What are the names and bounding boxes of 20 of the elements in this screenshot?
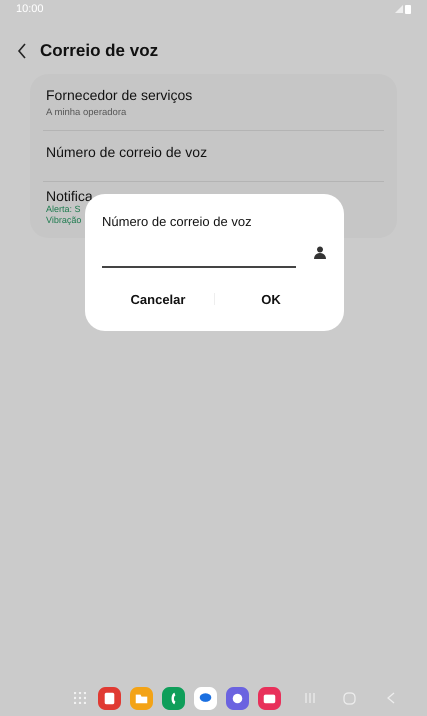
contact-icon[interactable] (314, 246, 326, 258)
dialog-button[interactable]: OK (215, 286, 327, 313)
dialog-button[interactable]: Cancelar (102, 286, 214, 313)
signal-icon (395, 5, 403, 13)
camera-app-icon[interactable] (258, 686, 281, 710)
item-title: Fornecedor de serviços (45, 86, 194, 105)
notes-app-icon[interactable] (98, 686, 121, 710)
item-subtitle: A minha operadora (45, 106, 128, 120)
item-detail: Alerta: S (46, 204, 81, 215)
item-title: Número de correio de voz (45, 142, 208, 162)
settings-item[interactable]: Fornecedor de serviços A minha operadora (43, 74, 384, 131)
settings-item[interactable]: Número de correio de voz (43, 130, 384, 182)
item-title: Notifica (46, 188, 93, 204)
battery-icon (405, 4, 411, 14)
page-title: Correio de voz (40, 40, 158, 62)
item-detail: Vibração (46, 214, 82, 226)
phone-app-icon[interactable] (162, 686, 185, 710)
chat-app-icon[interactable] (194, 686, 217, 710)
browser-app-icon[interactable] (226, 686, 249, 710)
dialog-title: Número de correio de voz (102, 213, 253, 231)
